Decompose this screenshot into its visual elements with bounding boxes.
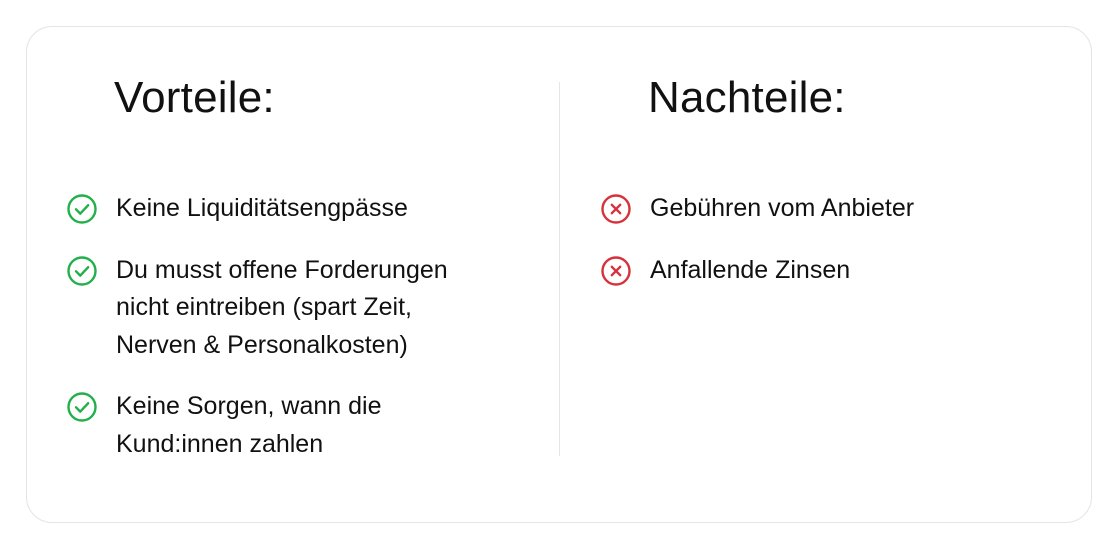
pro-item: Du musst offene Forderungen nicht eintre… bbox=[66, 252, 448, 365]
pro-item: Keine Liquiditätsengpässe bbox=[66, 190, 448, 228]
con-item: Gebühren vom Anbieter bbox=[600, 190, 914, 228]
check-circle-icon bbox=[66, 255, 98, 287]
pros-heading: Vorteile: bbox=[114, 73, 275, 122]
pro-text-line: Du musst offene Forderungen bbox=[116, 255, 448, 284]
check-circle-icon bbox=[66, 391, 98, 423]
pro-text-line: Kund:innen zahlen bbox=[116, 429, 324, 458]
cons-list: Gebühren vom Anbieter Anfallende Zinsen bbox=[600, 190, 914, 313]
pro-item: Keine Sorgen, wann die Kund:innen zahlen bbox=[66, 388, 448, 463]
pro-text-line: Nerven & Personalkosten) bbox=[116, 330, 408, 359]
x-circle-icon bbox=[600, 255, 632, 287]
pro-text-line: Keine Liquiditätsengpässe bbox=[116, 194, 408, 222]
check-circle-icon bbox=[66, 193, 98, 225]
con-text-line: Anfallende Zinsen bbox=[650, 255, 851, 284]
column-divider bbox=[559, 82, 560, 456]
con-item: Anfallende Zinsen bbox=[600, 252, 914, 290]
con-text-line: Gebühren vom Anbieter bbox=[650, 194, 915, 222]
pro-text-line: nicht eintreiben (spart Zeit, bbox=[116, 293, 412, 321]
cons-heading: Nachteile: bbox=[648, 73, 846, 122]
x-circle-icon bbox=[600, 193, 632, 225]
pros-list: Keine Liquiditätsengpässe Du musst offen… bbox=[66, 190, 448, 487]
pro-text-line: Keine Sorgen, wann die bbox=[116, 392, 382, 420]
